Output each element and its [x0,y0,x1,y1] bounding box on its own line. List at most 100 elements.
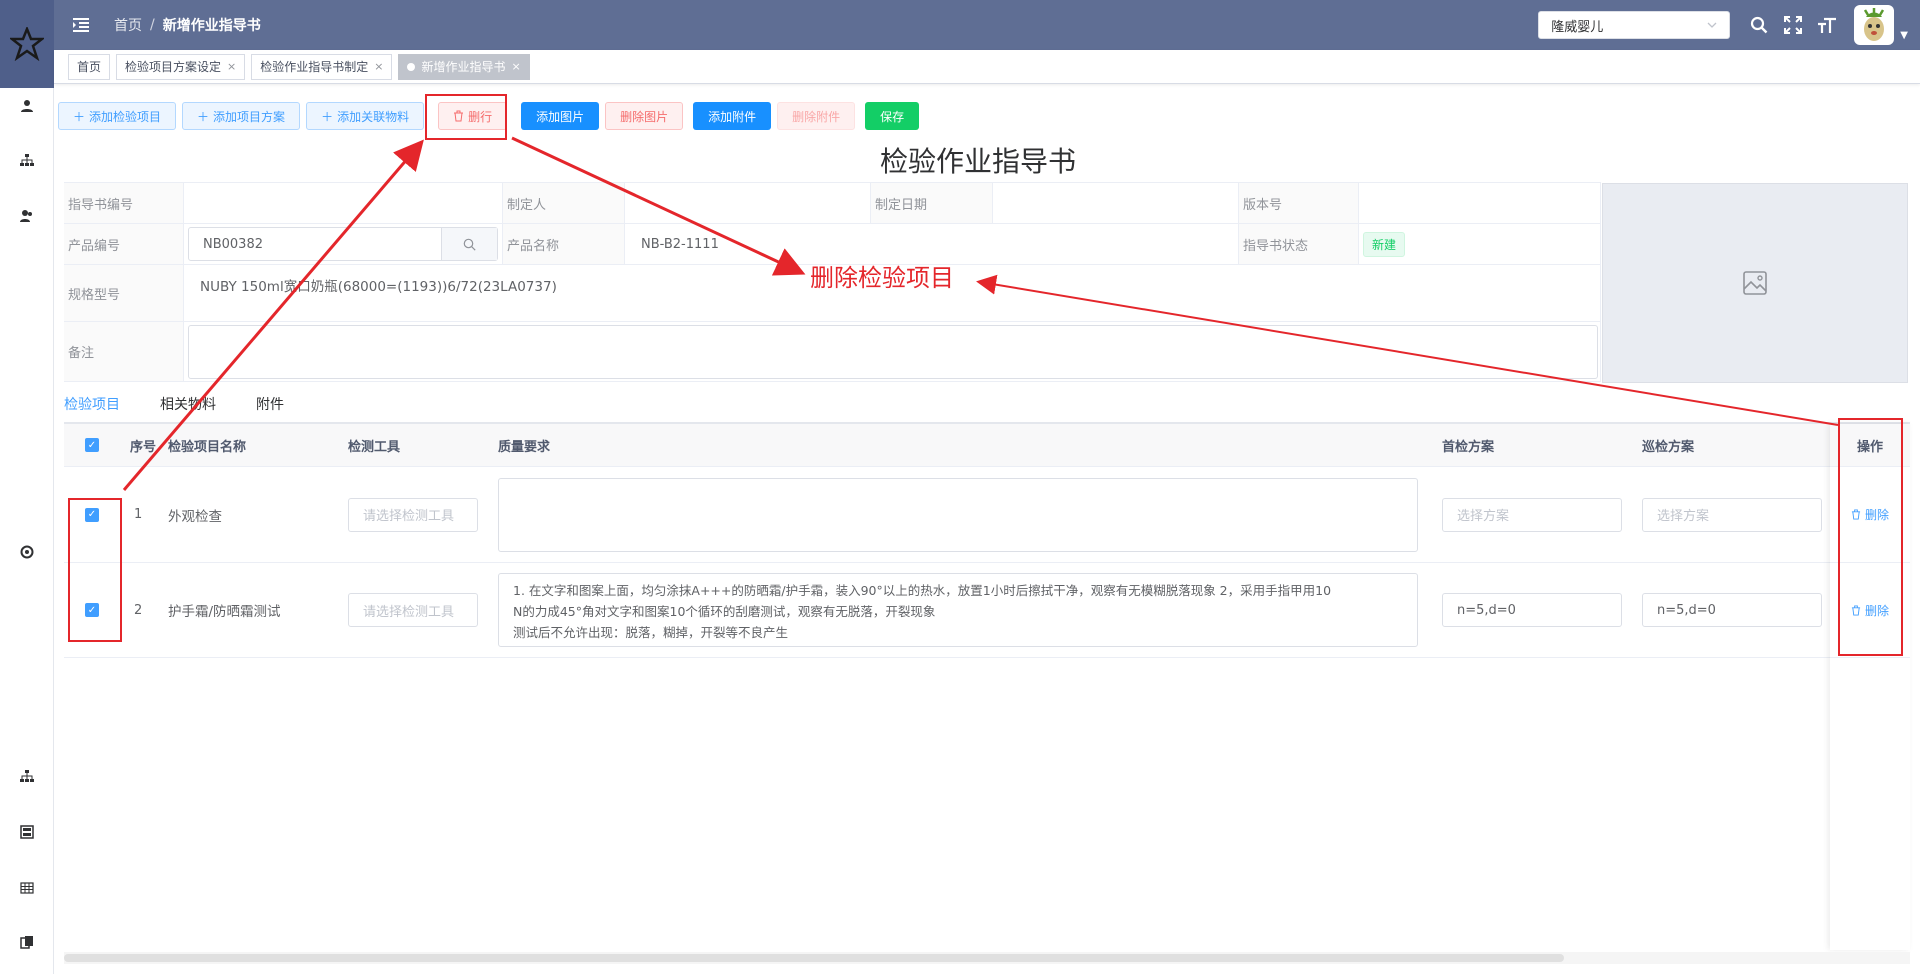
button-label: 添加检验项目 [89,109,162,124]
scrollbar-thumb[interactable] [64,954,1564,962]
tool-select[interactable]: 请选择检测工具 [348,593,478,627]
quality-textarea[interactable] [498,477,1418,552]
avatar-caret-icon[interactable]: ▼ [1900,30,1908,41]
first-plan-select[interactable]: 选择方案 [1442,497,1622,532]
remark-label: 备注 [64,322,184,381]
select-all-checkbox[interactable]: ✓ [85,438,99,452]
detail-tabs: 检验项目 相关物料 附件 [64,394,1910,426]
header-patrol: 巡检方案 [1642,439,1695,455]
remark-textarea[interactable] [188,324,1598,379]
table-icon[interactable] [0,876,54,900]
storage-icon[interactable] [0,820,54,844]
avatar[interactable] [1854,5,1895,45]
users-icon[interactable] [0,204,54,228]
avatar-image [1864,8,1885,41]
version-label: 版本号 [1239,183,1359,223]
delete-image-button[interactable]: 删除图片 [605,102,684,130]
tag-label: 首页 [77,60,102,74]
annotation-box-checkboxes [68,498,122,642]
quality-line: 1. 在文字和图案上面，均匀涂抹A+++的防晒霜/护手霜，装入90°以上的热水，… [513,583,1332,598]
header-first: 首检方案 [1442,439,1495,455]
plus-icon: ＋ [321,109,334,124]
guide-no-label: 指导书编号 [64,183,184,223]
font-size-icon[interactable] [1810,8,1844,42]
product-code-cell: NB00382 [184,224,503,264]
breadcrumb-separator: / [150,17,155,33]
close-icon[interactable]: × [227,60,236,73]
annotation-label: 删除检验项目 [810,264,954,292]
button-label: 添加项目方案 [213,109,286,124]
patrol-plan-select[interactable]: 选择方案 [1642,497,1822,532]
button-label: 删除图片 [620,109,669,124]
patrol-plan-select[interactable]: n=5,d=0 [1642,593,1822,627]
table-row: ✓ 2 护手霜/防晒霜测试 请选择检测工具 1. 在文字和图案上面，均匀涂抹A+… [64,563,1910,658]
row-name: 护手霜/防晒霜测试 [168,604,281,620]
menu-toggle-icon[interactable] [70,14,92,36]
settings-icon[interactable] [0,540,54,564]
annotation-box-delete-ops [1838,418,1903,656]
product-code-value: NB00382 [203,236,263,252]
tab-inspection-items[interactable]: 检验项目 [64,394,120,426]
quality-line: 测试后不允许出现：脱落，糊掉，开裂等不良产生 [513,625,789,640]
product-code-input[interactable]: NB00382 [188,227,498,261]
image-placeholder[interactable] [1602,183,1908,383]
plus-icon: ＋ [197,109,210,124]
navbar-right: 隆威婴儿 ▼ [1538,0,1920,50]
product-search-icon[interactable] [441,228,497,260]
product-code-label: 产品编号 [64,224,184,264]
docs-icon[interactable] [0,930,54,954]
version-field[interactable] [1359,183,1601,223]
fullscreen-icon[interactable] [1776,8,1810,42]
row-seq: 2 [134,602,143,618]
add-related-material-button[interactable]: ＋添加关联物料 [306,102,425,130]
horizontal-scrollbar[interactable] [64,952,1910,964]
tag-label: 检验作业指导书制定 [260,60,369,74]
first-plan-select[interactable]: n=5,d=0 [1442,593,1622,627]
save-button[interactable]: 保存 [865,102,920,130]
remark-cell [184,322,1601,381]
org-tree-icon-2[interactable] [0,764,54,788]
page-title: 检验作业指导书 [880,145,1077,178]
org-tree-icon[interactable] [0,148,54,172]
breadcrumb-current: 新增作业指导书 [162,18,261,34]
logo[interactable] [0,0,54,88]
active-dot-icon [407,62,416,71]
user-icon[interactable] [0,94,54,118]
org-select-value: 隆威婴儿 [1551,19,1604,35]
close-icon[interactable]: × [512,60,521,73]
add-item-plan-button[interactable]: ＋添加项目方案 [182,102,301,130]
inspection-items-table: ✓ 序号 检验项目名称 检测工具 质量要求 首检方案 巡检方案 ✓ 1 外观检查… [64,424,1910,658]
date-label: 制定日期 [871,183,993,223]
tag-home[interactable]: 首页 [68,53,111,80]
status-badge: 新建 [1363,231,1406,257]
tag-new-guide[interactable]: 新增作业指导书 × [398,53,530,80]
tags-view: 首页 检验项目方案设定 × 检验作业指导书制定 × 新增作业指导书 × [54,50,1920,84]
date-field[interactable] [993,183,1239,223]
tab-attachments[interactable]: 附件 [256,394,284,424]
quality-textarea[interactable]: 1. 在文字和图案上面，均匀涂抹A+++的防晒霜/护手霜，装入90°以上的热水，… [498,573,1418,647]
image-icon [1743,271,1767,295]
search-icon[interactable] [1742,8,1776,42]
plus-icon: ＋ [73,109,86,124]
header-seq: 序号 [130,439,157,455]
breadcrumb-home[interactable]: 首页 [114,15,142,35]
delete-attachment-button[interactable]: 删除附件 [777,102,856,130]
tag-inspection-plan[interactable]: 检验项目方案设定 × [116,53,246,80]
status-label: 指导书状态 [1239,224,1359,264]
tab-related-materials[interactable]: 相关物料 [160,394,216,424]
tool-select[interactable]: 请选择检测工具 [348,497,478,532]
button-label: 添加附件 [708,109,757,124]
guide-no-field[interactable] [184,183,503,223]
maker-field[interactable] [625,183,871,223]
tag-guide-list[interactable]: 检验作业指导书制定 × [251,53,393,80]
add-image-button[interactable]: 添加图片 [521,102,600,130]
close-icon[interactable]: × [374,60,383,73]
button-label: 添加图片 [536,109,585,124]
org-select[interactable]: 隆威婴儿 [1538,11,1731,39]
header-tool: 检测工具 [348,439,401,455]
add-inspection-item-button[interactable]: ＋添加检验项目 [58,102,177,130]
add-attachment-button[interactable]: 添加附件 [693,102,772,130]
button-label: 保存 [880,109,905,124]
maker-label: 制定人 [503,183,625,223]
spec-label: 规格型号 [64,265,184,321]
